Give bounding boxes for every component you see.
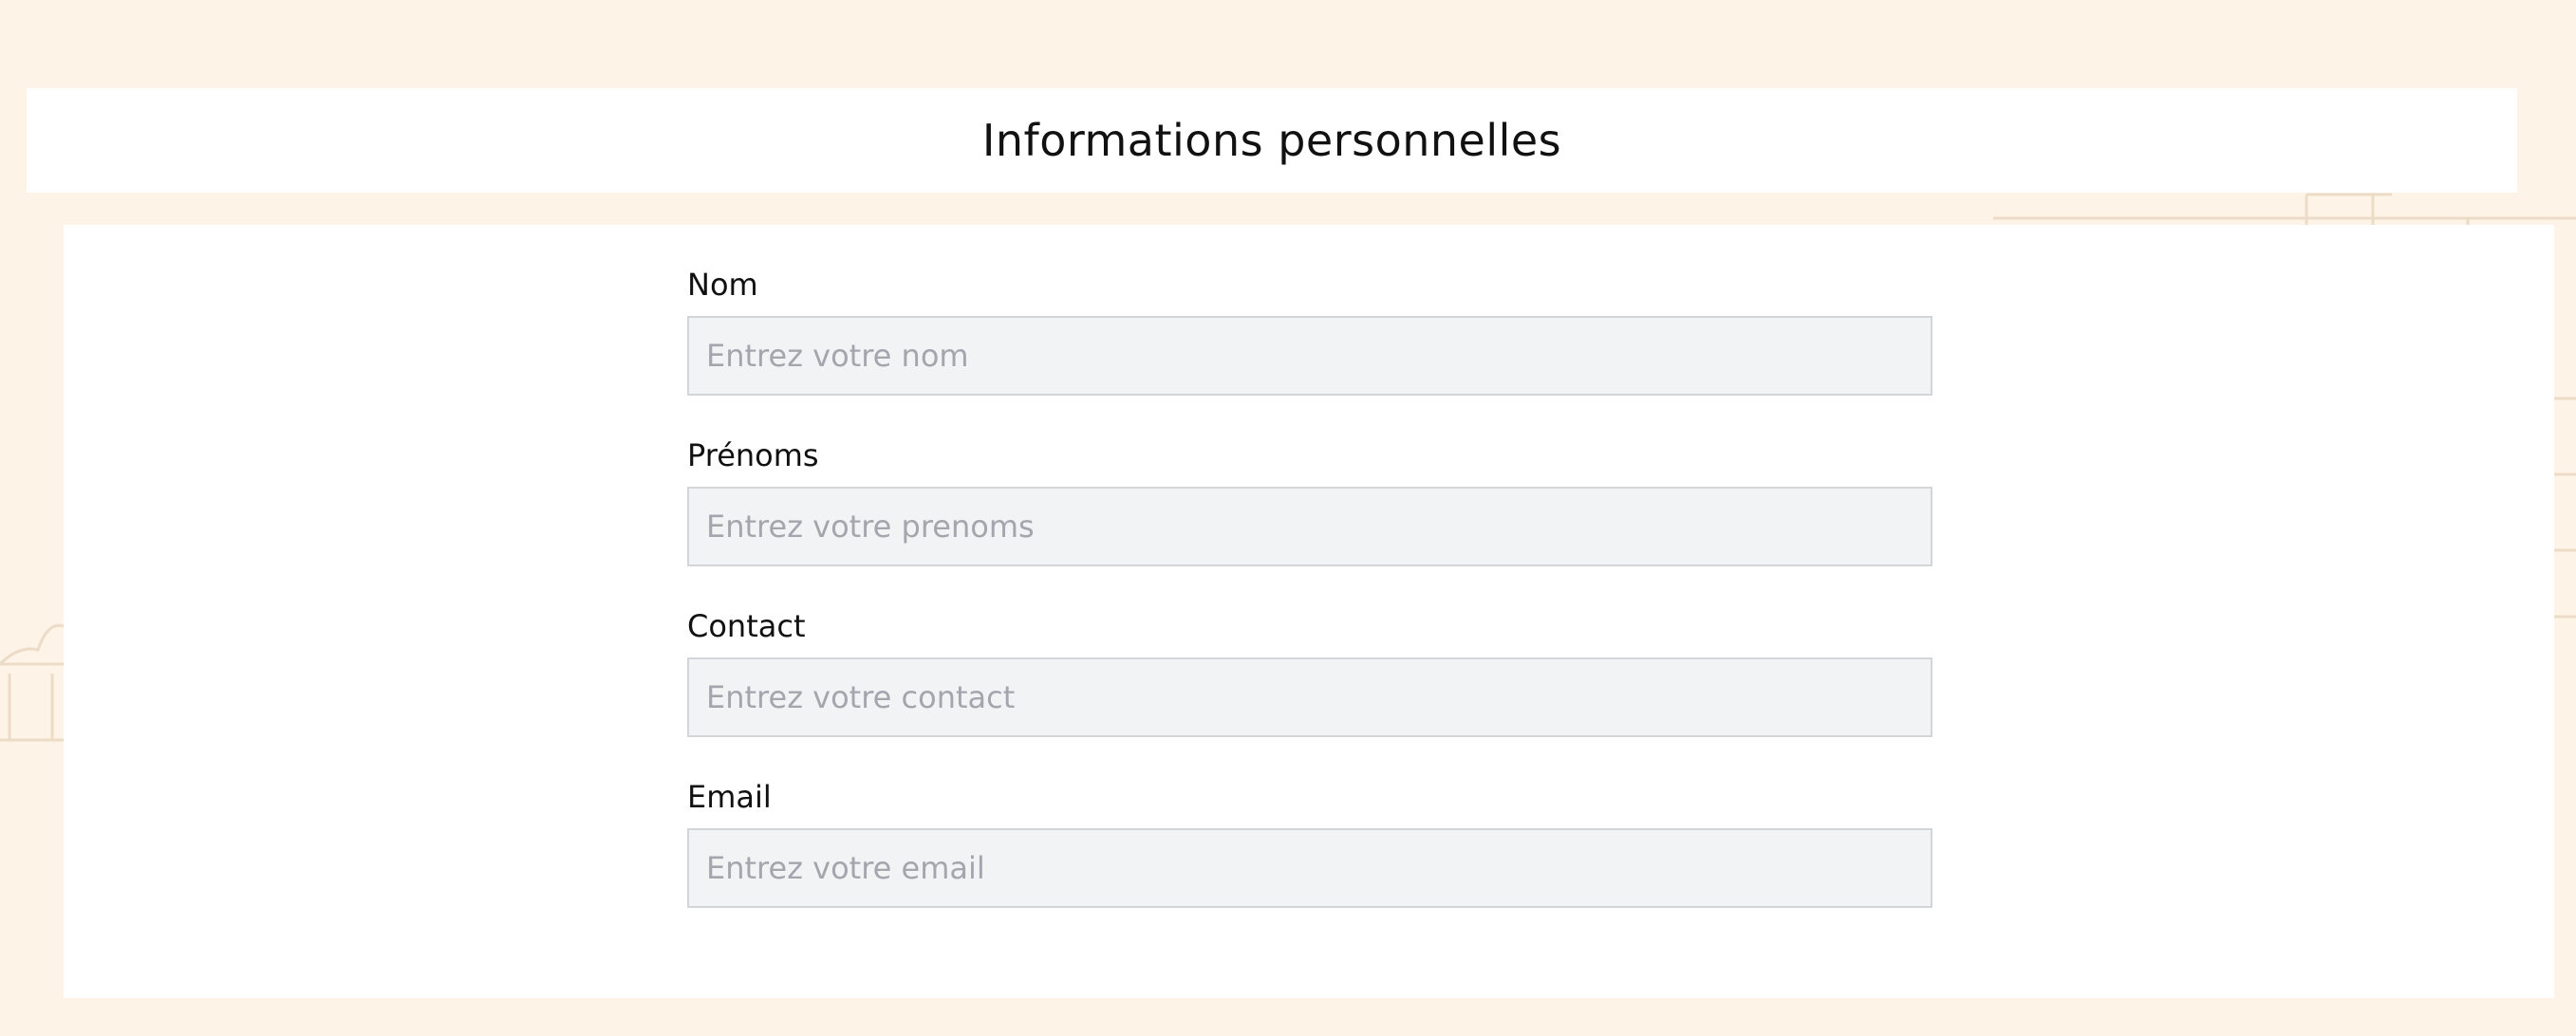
page-title: Informations personnelles — [981, 115, 1562, 166]
prenoms-label: Prénoms — [687, 437, 819, 473]
field-prenoms: Prénoms — [687, 437, 1932, 608]
field-email: Email — [687, 779, 1932, 950]
field-contact: Contact — [687, 608, 1932, 779]
email-label: Email — [687, 779, 772, 815]
nom-label: Nom — [687, 267, 758, 303]
email-input[interactable] — [687, 828, 1932, 908]
personal-info-form-card: Nom Prénoms Contact Email — [64, 225, 2554, 998]
field-nom: Nom — [687, 267, 1932, 437]
contact-label: Contact — [687, 608, 806, 644]
section-header: Informations personnelles — [27, 88, 2517, 193]
prenoms-input[interactable] — [687, 487, 1932, 566]
contact-input[interactable] — [687, 657, 1932, 737]
personal-info-form: Nom Prénoms Contact Email — [687, 267, 1932, 950]
nom-input[interactable] — [687, 316, 1932, 396]
